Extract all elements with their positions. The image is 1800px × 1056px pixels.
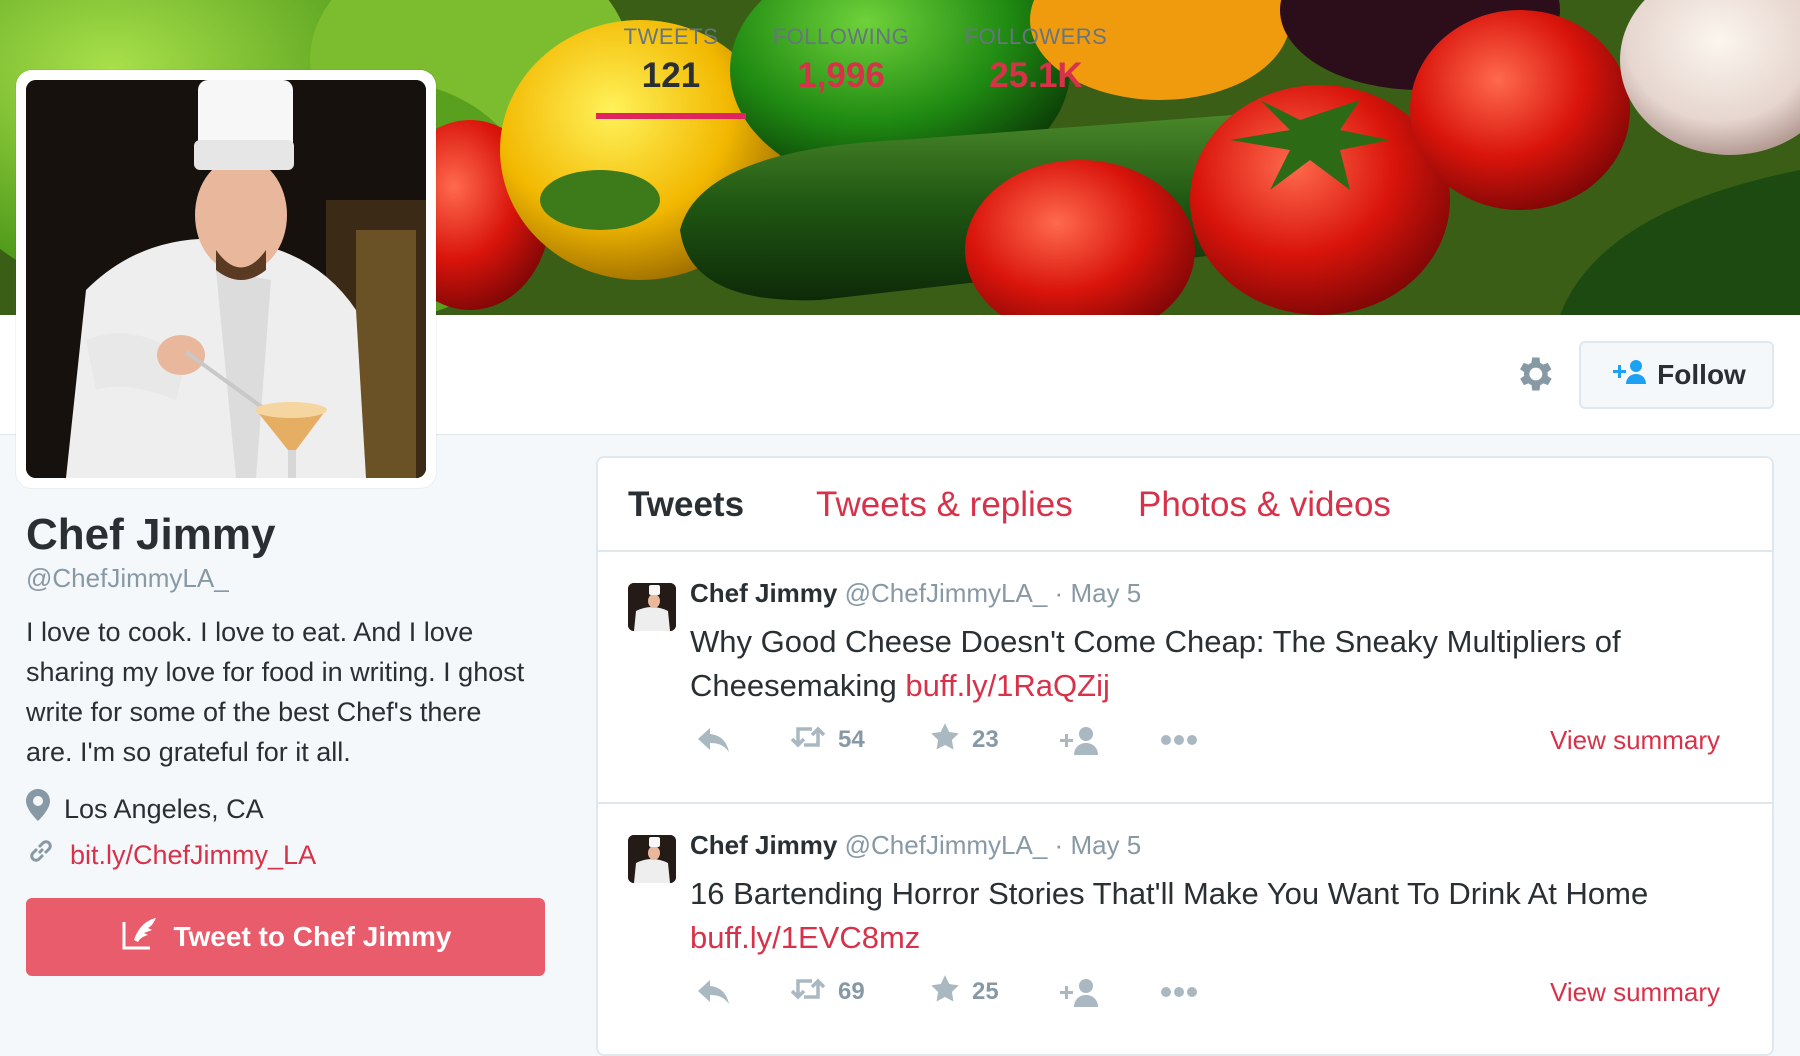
tweet-link[interactable]: buff.ly/1EVC8mz xyxy=(690,920,920,955)
tweet-header: Chef Jimmy @ChefJimmyLA_ · May 5 xyxy=(690,828,1141,862)
stat-tweets-label: TWEETS xyxy=(623,24,719,49)
tweet-author-handle[interactable]: @ChefJimmyLA_ xyxy=(845,830,1048,860)
tweet-header: Chef Jimmy @ChefJimmyLA_ · May 5 xyxy=(690,576,1141,610)
tweet-body: Why Good Cheese Doesn't Come Cheap: The … xyxy=(690,624,1621,703)
favorite-action[interactable]: 23 xyxy=(930,720,999,760)
follow-small-icon[interactable] xyxy=(1060,972,1098,1012)
tweet-author-name[interactable]: Chef Jimmy xyxy=(690,578,837,608)
stat-following-label: FOLLOWING xyxy=(772,24,910,49)
tweet-item[interactable]: Chef Jimmy @ChefJimmyLA_ · May 5 16 Bart… xyxy=(598,804,1772,1054)
location-pin-icon xyxy=(26,788,50,830)
profile-url: bit.ly/ChefJimmy_LA xyxy=(26,837,316,873)
reply-icon[interactable] xyxy=(698,972,730,1012)
view-summary-link[interactable]: View summary xyxy=(1550,722,1720,758)
tweet-separator: · xyxy=(1054,578,1064,608)
tweet-author-handle[interactable]: @ChefJimmyLA_ xyxy=(845,578,1048,608)
reply-icon[interactable] xyxy=(698,720,730,760)
retweet-action[interactable]: 54 xyxy=(790,720,865,760)
profile-avatar[interactable] xyxy=(16,70,436,488)
retweet-icon xyxy=(790,723,826,758)
link-icon xyxy=(26,836,56,875)
favorite-action[interactable]: 25 xyxy=(930,972,999,1012)
quill-icon xyxy=(120,914,160,961)
tweet-actions: 54 23 View summary xyxy=(690,720,1750,760)
profile-bio: I love to cook. I love to eat. And I lov… xyxy=(26,617,525,767)
retweet-action[interactable]: 69 xyxy=(790,972,865,1012)
stat-following-value: 1,996 xyxy=(797,56,885,95)
tweet-text: 16 Bartending Horror Stories That'll Mak… xyxy=(690,872,1730,960)
stat-tweets-value: 121 xyxy=(641,56,701,95)
timeline: Tweets Tweets & replies Photos & videos … xyxy=(596,456,1774,1056)
stat-followers[interactable]: FOLLOWERS 25.1K xyxy=(956,24,1116,119)
more-icon[interactable] xyxy=(1160,720,1198,760)
add-user-icon xyxy=(1607,358,1647,393)
tweet-avatar[interactable] xyxy=(628,835,676,883)
star-icon xyxy=(930,722,960,759)
retweet-count: 69 xyxy=(838,978,865,1005)
profile-url-link[interactable]: bit.ly/ChefJimmy_LA xyxy=(70,837,316,873)
favorite-count: 23 xyxy=(972,726,999,753)
stat-followers-label: FOLLOWERS xyxy=(964,24,1108,49)
tweet-separator: · xyxy=(1054,830,1064,860)
avatar-photo xyxy=(26,80,426,478)
profile-handle: @ChefJimmyLA_ xyxy=(26,563,229,593)
retweet-icon xyxy=(790,975,826,1010)
tweet-avatar[interactable] xyxy=(628,583,676,631)
view-summary-link[interactable]: View summary xyxy=(1550,974,1720,1010)
tweet-to-button[interactable]: Tweet to Chef Jimmy xyxy=(26,898,545,976)
follow-small-icon[interactable] xyxy=(1060,720,1098,760)
tweet-author-name[interactable]: Chef Jimmy xyxy=(690,830,837,860)
tab-photos-and-videos[interactable]: Photos & videos xyxy=(1138,484,1391,526)
location-text: Los Angeles, CA xyxy=(64,794,264,824)
profile-location: Los Angeles, CA xyxy=(26,788,264,830)
timeline-tabs: Tweets Tweets & replies Photos & videos xyxy=(598,458,1772,552)
stat-followers-value: 25.1K xyxy=(989,56,1083,95)
tweet-link[interactable]: buff.ly/1RaQZij xyxy=(905,668,1109,703)
more-icon[interactable] xyxy=(1160,972,1198,1012)
favorite-count: 25 xyxy=(972,978,999,1005)
tweet-actions: 69 25 View summary xyxy=(690,972,1750,1012)
profile-name: Chef Jimmy xyxy=(26,510,276,559)
retweet-count: 54 xyxy=(838,726,865,753)
tweet-to-label: Tweet to Chef Jimmy xyxy=(173,921,452,952)
tweet-text: Why Good Cheese Doesn't Come Cheap: The … xyxy=(690,620,1730,708)
follow-button-label: Follow xyxy=(1657,359,1746,390)
star-icon xyxy=(930,974,960,1011)
tweet-body: 16 Bartending Horror Stories That'll Mak… xyxy=(690,876,1649,911)
tab-tweets-and-replies[interactable]: Tweets & replies xyxy=(816,484,1073,526)
follow-button[interactable]: Follow xyxy=(1579,341,1774,409)
tweet-date[interactable]: May 5 xyxy=(1070,830,1141,860)
gear-icon[interactable] xyxy=(1512,352,1556,396)
tab-tweets[interactable]: Tweets xyxy=(628,484,744,526)
tweet-date[interactable]: May 5 xyxy=(1070,578,1141,608)
stat-following[interactable]: FOLLOWING 1,996 xyxy=(766,24,916,119)
stat-tweets[interactable]: TWEETS 121 xyxy=(596,24,746,119)
tweet-item[interactable]: Chef Jimmy @ChefJimmyLA_ · May 5 Why Goo… xyxy=(598,552,1772,804)
